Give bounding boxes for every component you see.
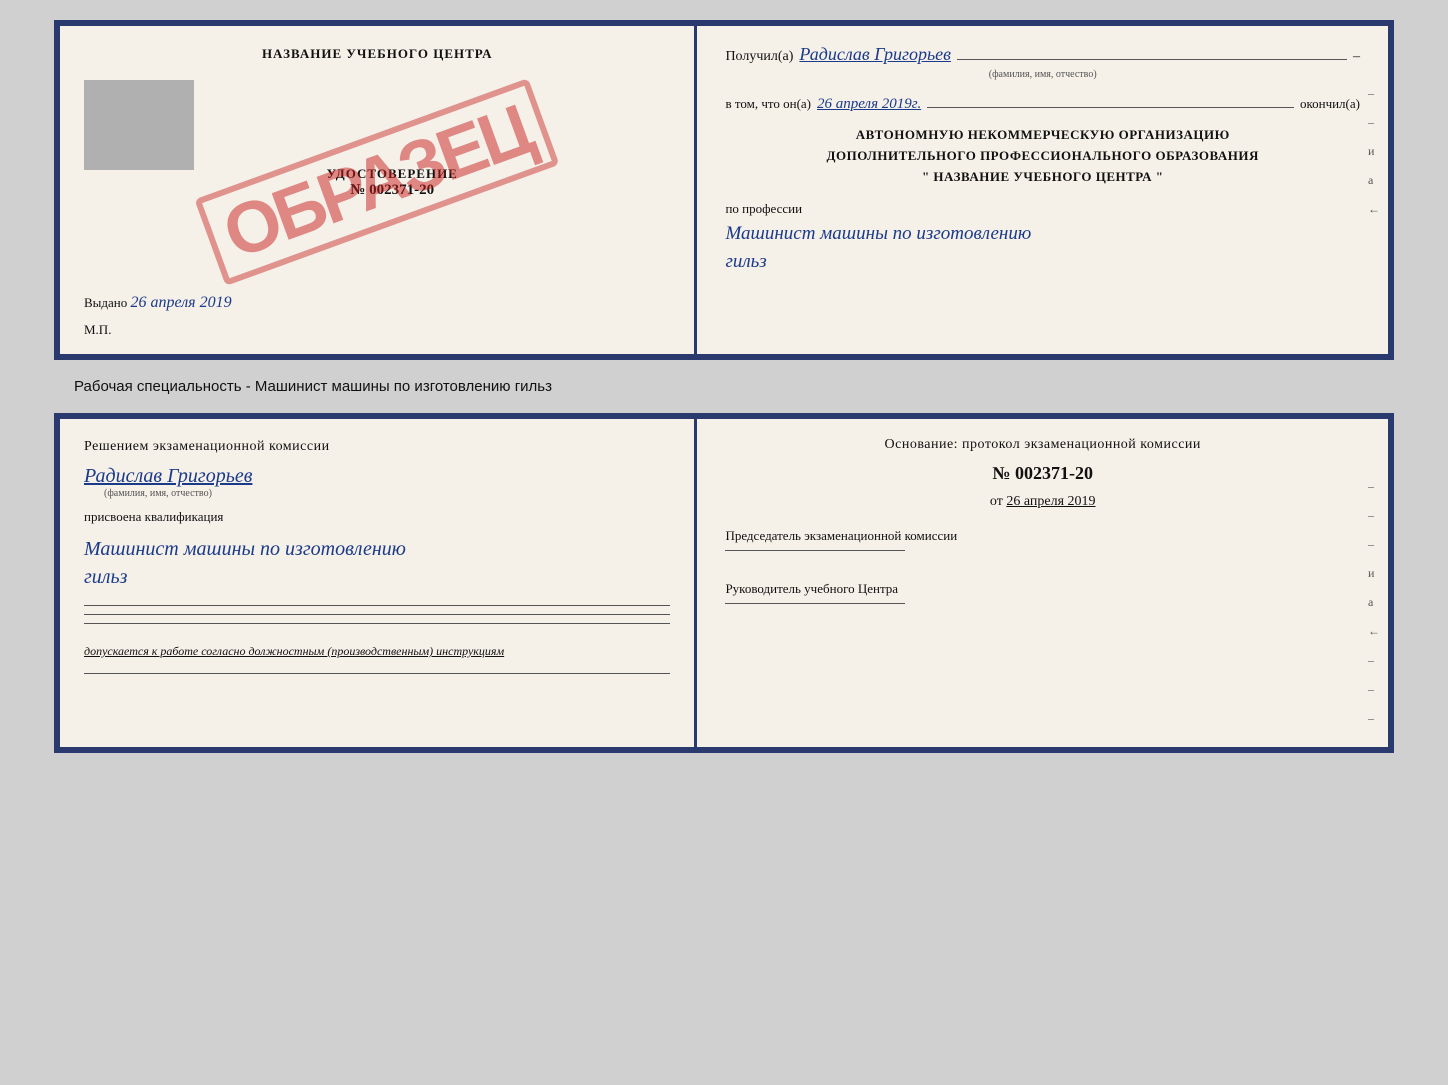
okonchil-label: окончил(а)	[1300, 96, 1360, 112]
rukovoditel-label: Руководитель учебного Центра	[725, 581, 1360, 597]
vtom-date: 26 апреля 2019г.	[817, 96, 921, 113]
resheniem-label: Решением экзаменационной комиссии	[84, 439, 670, 455]
cert-label: УДОСТОВЕРЕНИЕ	[327, 166, 458, 182]
top-title: НАЗВАНИЕ УЧЕБНОГО ЦЕНТРА	[84, 46, 670, 62]
profession-block: по профессии Машинист машины по изготовл…	[725, 199, 1360, 338]
vydano-block: Выдано 26 апреля 2019 М.П.	[84, 294, 670, 338]
bottom-doc-right: Основание: протокол экзаменационной коми…	[697, 419, 1388, 747]
top-document: НАЗВАНИЕ УЧЕБНОГО ЦЕНТРА УДОСТОВЕРЕНИЕ №…	[54, 20, 1394, 360]
protocol-date: от 26 апреля 2019	[725, 494, 1360, 510]
protocol-date-value: 26 апреля 2019	[1006, 494, 1095, 509]
rukovoditel-line	[725, 603, 905, 604]
signatures-block: Председатель экзаменационной комиссии Ру…	[725, 528, 1360, 604]
h-line-bottom	[84, 673, 670, 674]
osnovanie-label: Основание: протокол экзаменационной коми…	[725, 437, 1360, 453]
dash-r5: ←	[1368, 202, 1380, 217]
org-line3: " НАЗВАНИЕ УЧЕБНОГО ЦЕНТРА "	[725, 167, 1360, 188]
profession-line1: Машинист машины по изготовлению	[725, 221, 1360, 248]
bottom-name-sublabel: (фамилия, имя, отчество)	[104, 488, 670, 499]
qualification-block: Машинист машины по изготовлению гильз	[84, 535, 670, 591]
predsedatel-block: Председатель экзаменационной комиссии	[725, 528, 1360, 551]
certificate-block: УДОСТОВЕРЕНИЕ № 002371-20	[327, 166, 458, 199]
dash-r3: и	[1368, 144, 1380, 159]
dash-r4: а	[1368, 173, 1380, 188]
dash-r2: –	[1368, 115, 1380, 130]
qual-line2: гильз	[84, 563, 670, 591]
vtom-label: в том, что он(а)	[725, 96, 811, 112]
specialty-label: Рабочая специальность - Машинист машины …	[74, 378, 552, 395]
poluchil-dash: –	[1353, 49, 1360, 65]
bottom-name: Радислав Григорьев	[84, 465, 670, 488]
poluchil-block: Получил(а) Радислав Григорьев –	[725, 44, 1360, 65]
b-dash-r3: –	[1368, 537, 1380, 552]
vtom-block: в том, что он(а) 26 апреля 2019г. окончи…	[725, 96, 1360, 113]
dopuskaetsya-block: допускается к работе согласно должностны…	[84, 644, 670, 659]
name-sublabel-top: (фамилия, имя, отчество)	[725, 69, 1360, 80]
ot-label: от	[990, 494, 1003, 509]
right-dashes-top: – – и а ←	[1368, 86, 1380, 217]
b-dash-r8: –	[1368, 682, 1380, 697]
protocol-number: № 002371-20	[725, 463, 1360, 484]
dash-line1	[957, 59, 1347, 60]
dash-line2	[927, 107, 1294, 108]
mp-label: М.П.	[84, 322, 670, 338]
b-dash-r6: ←	[1368, 624, 1380, 639]
cert-number: № 002371-20	[327, 182, 458, 199]
top-doc-left: НАЗВАНИЕ УЧЕБНОГО ЦЕНТРА УДОСТОВЕРЕНИЕ №…	[60, 26, 697, 354]
h-line3	[84, 623, 670, 624]
predsedatel-label: Председатель экзаменационной комиссии	[725, 528, 1360, 544]
right-dashes-bottom: – – – и а ← – – –	[1368, 479, 1380, 726]
prisvoena-label: присвоена квалификация	[84, 509, 670, 525]
b-dash-r7: –	[1368, 653, 1380, 668]
b-dash-r2: –	[1368, 508, 1380, 523]
vydano-line: Выдано 26 апреля 2019	[84, 294, 670, 312]
grey-box-seal	[84, 80, 194, 170]
top-doc-right: Получил(а) Радислав Григорьев – (фамилия…	[697, 26, 1388, 354]
recipient-name: Радислав Григорьев	[799, 44, 951, 65]
b-dash-r5: а	[1368, 595, 1380, 610]
rukovoditel-block: Руководитель учебного Центра	[725, 581, 1360, 604]
org-line2: ДОПОЛНИТЕЛЬНОГО ПРОФЕССИОНАЛЬНОГО ОБРАЗО…	[725, 146, 1360, 167]
b-dash-r9: –	[1368, 711, 1380, 726]
dopuskaetsya-label: допускается к работе согласно должностны…	[84, 644, 504, 658]
blank-lines-left	[84, 605, 670, 624]
vydano-date: 26 апреля 2019	[131, 294, 232, 311]
bottom-document: Решением экзаменационной комиссии Радисл…	[54, 413, 1394, 753]
vydano-label: Выдано	[84, 295, 127, 310]
poluchil-label: Получил(а)	[725, 49, 793, 65]
bottom-doc-left: Решением экзаменационной комиссии Радисл…	[60, 419, 697, 747]
h-line1	[84, 605, 670, 606]
qual-line1: Машинист машины по изготовлению	[84, 535, 670, 563]
org-block: АВТОНОМНУЮ НЕКОММЕРЧЕСКУЮ ОРГАНИЗАЦИЮ ДО…	[725, 125, 1360, 187]
b-dash-r4: и	[1368, 566, 1380, 581]
profession-line2: гильз	[725, 249, 1360, 276]
org-line1: АВТОНОМНУЮ НЕКОММЕРЧЕСКУЮ ОРГАНИЗАЦИЮ	[725, 125, 1360, 146]
bottom-name-block: Радислав Григорьев (фамилия, имя, отчест…	[84, 465, 670, 499]
h-line2	[84, 614, 670, 615]
po-professii-label: по профессии	[725, 199, 1360, 219]
stamp-area: УДОСТОВЕРЕНИЕ № 002371-20 ОБРАЗЕЦ	[84, 70, 670, 294]
dash-r1: –	[1368, 86, 1380, 101]
predsedatel-line	[725, 550, 905, 551]
b-dash-r1: –	[1368, 479, 1380, 494]
